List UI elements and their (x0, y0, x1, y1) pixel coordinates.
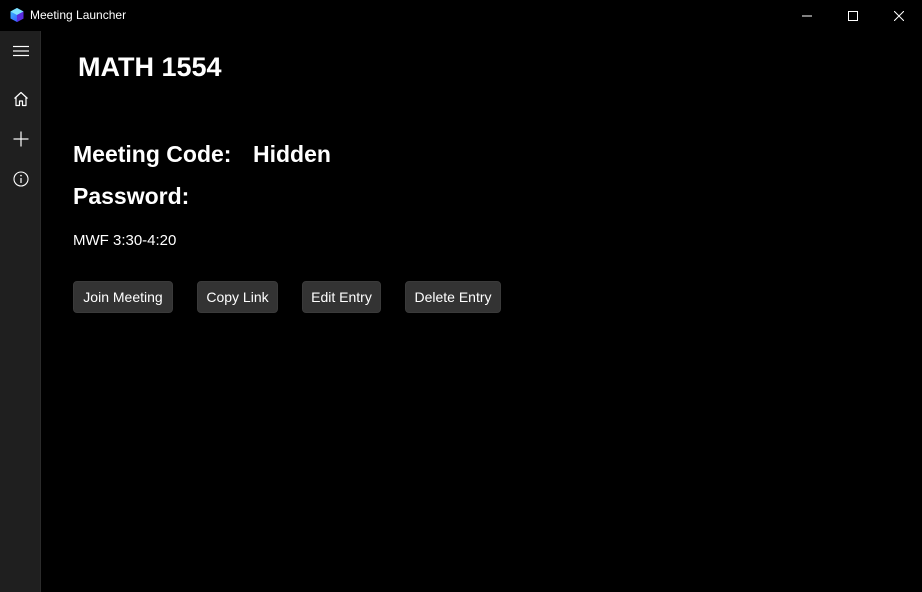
close-icon (894, 10, 904, 21)
edit-entry-button[interactable]: Edit Entry (302, 281, 381, 313)
main-content: MATH 1554 Meeting Code: Hidden Password:… (41, 31, 922, 592)
copy-link-button[interactable]: Copy Link (197, 281, 278, 313)
meeting-schedule: MWF 3:30-4:20 (73, 232, 177, 249)
minimize-button[interactable] (784, 0, 830, 31)
nav-add-button[interactable] (0, 119, 41, 159)
page-title: MATH 1554 (78, 52, 222, 82)
window-title: Meeting Launcher (30, 8, 127, 22)
app-window: Meeting Launcher MATH 1554 Meeting Code:… (0, 0, 922, 592)
maximize-icon (848, 10, 858, 21)
navigation-pane (0, 31, 41, 592)
close-button[interactable] (876, 0, 922, 31)
info-icon (12, 171, 29, 187)
home-icon (13, 91, 28, 107)
password-label: Password: (73, 183, 190, 209)
meeting-code-label: Meeting Code: (73, 141, 232, 167)
password-row: Password: (73, 181, 189, 211)
title-bar[interactable]: Meeting Launcher (0, 0, 922, 31)
meeting-code-value: Hidden (253, 141, 331, 167)
app-logo-icon (10, 8, 24, 22)
minimize-icon (802, 15, 812, 16)
delete-entry-button[interactable]: Delete Entry (405, 281, 501, 313)
nav-menu-button[interactable] (0, 31, 41, 71)
hamburger-menu-icon (12, 45, 29, 57)
add-icon (13, 131, 28, 147)
nav-info-button[interactable] (0, 159, 41, 199)
maximize-button[interactable] (830, 0, 876, 31)
join-meeting-button[interactable]: Join Meeting (73, 281, 173, 313)
nav-home-button[interactable] (0, 79, 41, 119)
meeting-code-row: Meeting Code: Hidden (73, 139, 331, 169)
